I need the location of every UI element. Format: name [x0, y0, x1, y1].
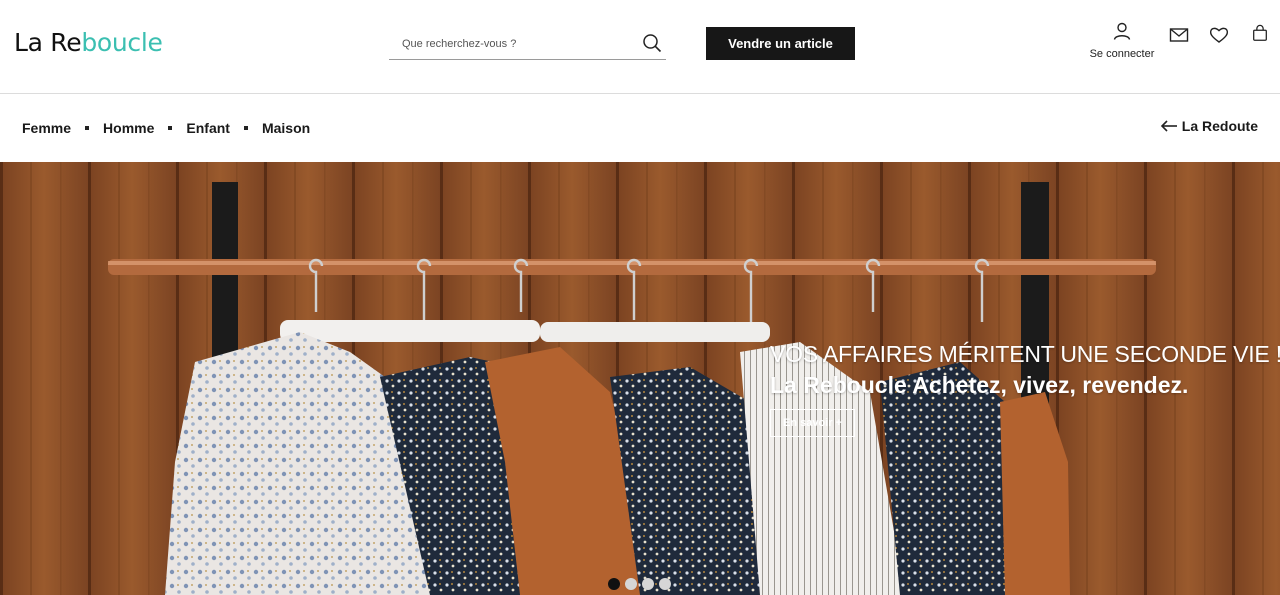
logo-part-2: boucle	[81, 28, 163, 57]
sell-article-button[interactable]: Vendre un article	[706, 27, 855, 60]
nav-item-homme[interactable]: Homme	[103, 120, 154, 136]
logo[interactable]: La Reboucle	[14, 28, 163, 57]
la-redoute-link[interactable]: La Redoute	[1160, 118, 1258, 134]
login-label: Se connecter	[1089, 48, 1155, 60]
hero-subtitle: La Reboucle Achetez, vivez, revendez.	[770, 372, 1189, 398]
hero-banner: VOS AFFAIRES MÉRITENT UNE SECONDE VIE ! …	[0, 162, 1280, 595]
heart-icon[interactable]	[1209, 26, 1229, 44]
nav-item-enfant[interactable]: Enfant	[186, 120, 230, 136]
carousel-dot-2[interactable]	[625, 578, 637, 590]
la-redoute-label: La Redoute	[1181, 118, 1258, 134]
nav-separator	[243, 126, 248, 130]
hero-text-block: VOS AFFAIRES MÉRITENT UNE SECONDE VIE ! …	[770, 341, 1280, 437]
site-header: La Reboucle Vendre un article Se connect…	[0, 0, 1280, 94]
search-bar	[389, 27, 666, 60]
carousel-dot-4[interactable]	[659, 578, 671, 590]
bag-icon[interactable]	[1250, 24, 1270, 42]
mail-icon[interactable]	[1169, 26, 1189, 44]
user-icon	[1113, 22, 1131, 40]
nav-separator	[168, 126, 173, 130]
logo-part-1: La Re	[14, 28, 82, 57]
nav-item-maison[interactable]: Maison	[262, 120, 310, 136]
search-input[interactable]	[389, 27, 629, 60]
hero-title: VOS AFFAIRES MÉRITENT UNE SECONDE VIE !	[770, 341, 1280, 367]
nav-item-femme[interactable]: Femme	[22, 120, 71, 136]
main-nav: Femme Homme Enfant Maison La Redoute	[0, 95, 1280, 162]
search-icon[interactable]	[642, 33, 662, 53]
carousel-dot-3[interactable]	[642, 578, 654, 590]
arrow-left-icon	[1160, 120, 1177, 132]
login-button[interactable]: Se connecter	[1084, 22, 1160, 60]
carousel-dot-1[interactable]	[608, 578, 620, 590]
category-list: Femme Homme Enfant Maison	[22, 120, 310, 136]
nav-separator	[85, 126, 90, 130]
carousel-dots	[608, 578, 676, 590]
learn-more-button[interactable]: En savoir +	[770, 409, 856, 437]
